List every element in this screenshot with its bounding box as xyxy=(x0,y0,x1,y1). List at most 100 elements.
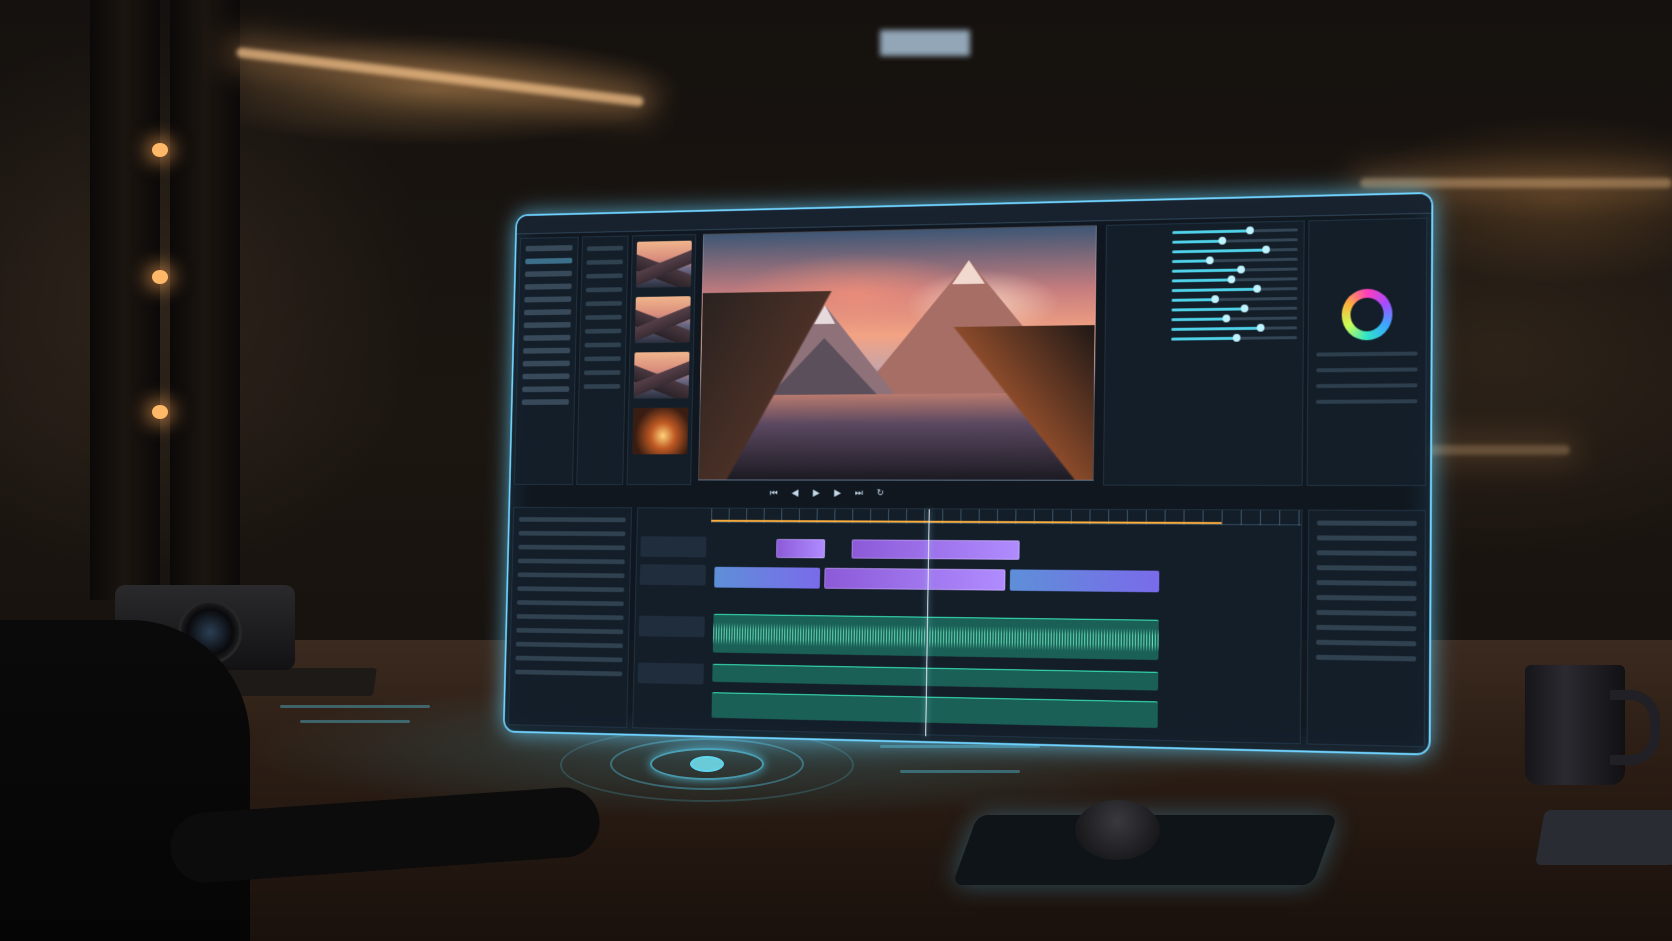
media-bin-item[interactable] xyxy=(586,245,624,252)
mixer-row[interactable] xyxy=(1316,535,1417,541)
video-clip[interactable] xyxy=(714,566,821,589)
mixer-row[interactable] xyxy=(1316,550,1417,556)
inspector-slider[interactable] xyxy=(1171,333,1298,342)
wall-lamp xyxy=(152,405,168,419)
slider-handle[interactable] xyxy=(1253,284,1261,293)
bin-item[interactable] xyxy=(516,627,624,635)
inspector-slider[interactable] xyxy=(1171,314,1298,323)
bin-item[interactable] xyxy=(517,586,625,593)
track-header-video-1[interactable] xyxy=(639,564,706,586)
media-bin-item[interactable] xyxy=(583,370,621,376)
inspector-slider[interactable] xyxy=(1172,236,1298,245)
video-clip[interactable] xyxy=(824,567,1006,591)
inspector-label xyxy=(1112,300,1166,301)
inspector-slider[interactable] xyxy=(1172,245,1298,254)
slider-fill xyxy=(1172,248,1267,254)
media-bin-item[interactable] xyxy=(584,342,622,348)
slider-handle[interactable] xyxy=(1222,314,1231,323)
bin-item[interactable] xyxy=(515,641,623,649)
media-bin-item[interactable] xyxy=(583,384,621,389)
bin-item[interactable] xyxy=(518,517,626,523)
slider-handle[interactable] xyxy=(1227,275,1236,284)
bin-item[interactable] xyxy=(518,530,626,537)
media-bin-item[interactable] xyxy=(584,328,622,334)
sidebar-item[interactable] xyxy=(525,245,573,252)
bin-item[interactable] xyxy=(517,558,625,565)
sidebar-item[interactable] xyxy=(523,309,572,316)
bin-item[interactable] xyxy=(517,572,625,579)
media-bin-item[interactable] xyxy=(585,314,622,320)
bin-item[interactable] xyxy=(515,669,623,677)
inspector-slider[interactable] xyxy=(1171,295,1298,304)
inspector-slider[interactable] xyxy=(1172,226,1298,235)
clip-thumbnail-mountain[interactable] xyxy=(636,240,692,288)
sidebar-item[interactable] xyxy=(523,321,571,329)
audio-clip[interactable] xyxy=(712,663,1159,691)
slider-handle[interactable] xyxy=(1262,245,1270,254)
skip-back-icon[interactable]: ⏮ xyxy=(768,487,781,500)
media-bin-item[interactable] xyxy=(585,300,623,307)
inspector-slider[interactable] xyxy=(1172,256,1298,265)
sidebar-item[interactable] xyxy=(524,296,572,303)
track-header-audio-2[interactable] xyxy=(637,662,704,685)
step-back-icon[interactable]: ◀ xyxy=(789,487,802,500)
video-clip[interactable] xyxy=(776,538,826,559)
media-bin-item[interactable] xyxy=(584,356,621,362)
slider-handle[interactable] xyxy=(1211,295,1220,304)
media-bin-item[interactable] xyxy=(585,287,623,293)
sidebar-item[interactable] xyxy=(522,386,570,393)
inspector-slider[interactable] xyxy=(1171,275,1298,284)
slider-handle[interactable] xyxy=(1232,333,1241,342)
mixer-row[interactable] xyxy=(1316,595,1417,602)
audio-clip[interactable] xyxy=(711,692,1158,729)
bin-item[interactable] xyxy=(515,655,623,663)
sidebar-item[interactable] xyxy=(523,334,571,341)
audio-clip[interactable] xyxy=(712,613,1159,661)
play-icon[interactable]: ▶ xyxy=(810,487,823,500)
sidebar-item[interactable] xyxy=(522,360,570,367)
track-header-audio-1[interactable] xyxy=(638,615,705,638)
step-forward-icon[interactable]: ▶ xyxy=(831,487,844,500)
clip-thumbnail-campfire[interactable] xyxy=(632,407,689,455)
inspector-row xyxy=(1112,284,1298,293)
slider-handle[interactable] xyxy=(1256,323,1265,332)
media-bin-item[interactable] xyxy=(586,259,624,265)
sidebar-item[interactable] xyxy=(522,373,570,380)
sidebar-item-selected[interactable] xyxy=(525,257,573,265)
slider-handle[interactable] xyxy=(1240,304,1248,313)
color-wheel-icon[interactable] xyxy=(1341,288,1393,341)
clip-thumbnail-mountain[interactable] xyxy=(633,351,690,399)
sidebar-item[interactable] xyxy=(521,399,569,405)
mixer-row[interactable] xyxy=(1316,639,1417,647)
inspector-slider[interactable] xyxy=(1171,323,1298,332)
control-knob[interactable] xyxy=(1075,800,1160,860)
mixer-row[interactable] xyxy=(1316,624,1417,632)
track-header-video-2[interactable] xyxy=(640,536,707,558)
mixer-row[interactable] xyxy=(1316,609,1417,617)
mixer-row[interactable] xyxy=(1316,580,1417,587)
slider-handle[interactable] xyxy=(1205,256,1214,265)
skip-forward-icon[interactable]: ⏭ xyxy=(853,487,866,500)
preview-viewer[interactable] xyxy=(698,225,1097,481)
sidebar-item[interactable] xyxy=(524,283,572,290)
mixer-row[interactable] xyxy=(1315,654,1417,662)
bin-item[interactable] xyxy=(518,544,626,551)
slider-handle[interactable] xyxy=(1236,265,1245,274)
slider-handle[interactable] xyxy=(1245,226,1254,235)
video-clip[interactable] xyxy=(851,539,1020,560)
clip-thumbnail-mountain[interactable] xyxy=(634,296,691,344)
mixer-row[interactable] xyxy=(1316,565,1417,572)
timeline[interactable] xyxy=(632,507,1303,745)
video-clip[interactable] xyxy=(1009,569,1160,593)
inspector-slider[interactable] xyxy=(1171,265,1298,274)
bin-item[interactable] xyxy=(516,614,624,621)
sidebar-item[interactable] xyxy=(524,270,573,278)
loop-icon[interactable]: ↻ xyxy=(874,487,887,500)
slider-handle[interactable] xyxy=(1218,236,1226,245)
mixer-row[interactable] xyxy=(1316,520,1417,526)
inspector-slider[interactable] xyxy=(1171,284,1298,293)
media-bin-item[interactable] xyxy=(586,273,623,279)
inspector-slider[interactable] xyxy=(1171,304,1298,313)
sidebar-item[interactable] xyxy=(523,347,571,354)
bin-item[interactable] xyxy=(516,600,624,607)
